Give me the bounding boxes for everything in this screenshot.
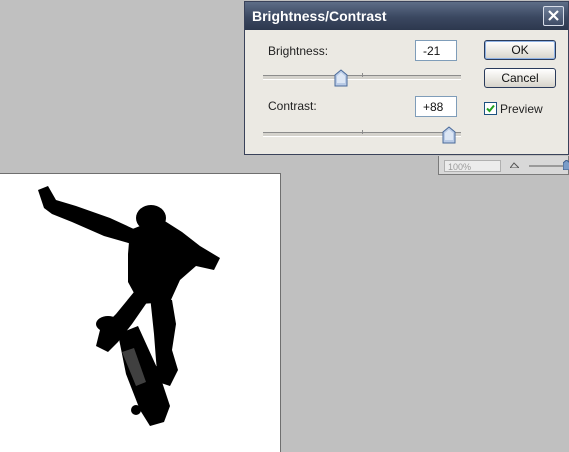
zoom-slider-thumb[interactable] [563, 160, 569, 170]
preview-label[interactable]: Preview [500, 102, 543, 116]
brightness-input[interactable]: -21 [415, 40, 457, 61]
checkmark-icon [486, 104, 495, 113]
brightness-slider-thumb[interactable] [334, 69, 348, 87]
brightness-label: Brightness: [268, 44, 329, 58]
image-canvas[interactable] [0, 173, 281, 452]
contrast-slider-thumb[interactable] [442, 126, 456, 144]
contrast-input[interactable]: +88 [415, 96, 457, 117]
cancel-button[interactable]: Cancel [484, 68, 556, 88]
navigator-panel: 100% [438, 156, 569, 175]
contrast-slider-midmark [362, 130, 363, 134]
dialog-titlebar[interactable]: Brightness/Contrast [245, 2, 568, 30]
ok-button[interactable]: OK [484, 40, 556, 60]
brightness-contrast-dialog: Brightness/Contrast Brightness: -21 Cont… [244, 1, 569, 155]
mountain-icon[interactable] [510, 162, 519, 168]
close-button[interactable] [543, 6, 564, 26]
zoom-field[interactable]: 100% [444, 160, 501, 172]
brightness-slider-midmark [362, 73, 363, 77]
close-icon [548, 10, 559, 21]
dialog-title: Brightness/Contrast [252, 8, 387, 24]
contrast-label: Contrast: [268, 99, 317, 113]
skateboarder-silhouette [38, 186, 220, 426]
preview-checkbox[interactable] [484, 102, 497, 115]
